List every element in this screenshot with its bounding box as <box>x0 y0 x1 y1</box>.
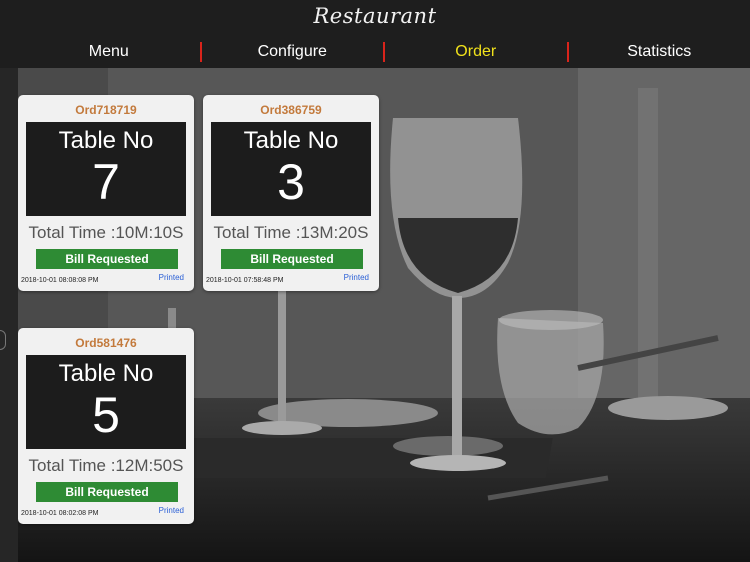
total-time: Total Time :10M:10S <box>28 223 184 242</box>
table-box: Table No 5 <box>26 355 186 449</box>
print-status: Printed <box>158 273 184 282</box>
order-card[interactable]: Ord718719 Table No 7 Total Time :10M:10S… <box>18 95 194 291</box>
tab-menu[interactable]: Menu <box>18 38 200 68</box>
table-label: Table No <box>58 360 154 387</box>
order-card[interactable]: Ord386759 Table No 3 Total Time :13M:20S… <box>203 95 379 291</box>
tab-order[interactable]: Order <box>385 38 567 71</box>
tab-statistics[interactable]: Statistics <box>569 38 750 68</box>
order-id: Ord581476 <box>75 336 137 350</box>
table-number: 3 <box>277 154 305 210</box>
background-photo: Ord718719 Table No 7 Total Time :10M:10S… <box>18 68 750 562</box>
bill-requested-button[interactable]: Bill Requested <box>36 249 178 269</box>
total-time: Total Time :13M:20S <box>213 223 369 242</box>
order-timestamp: 2018-10-01 08:02:08 PM <box>21 510 99 517</box>
tab-configure[interactable]: Configure <box>202 38 384 68</box>
app-title: Restaurant <box>313 4 437 28</box>
bill-requested-button[interactable]: Bill Requested <box>221 249 363 269</box>
order-id: Ord718719 <box>75 103 137 117</box>
bill-requested-button[interactable]: Bill Requested <box>36 482 178 502</box>
print-status: Printed <box>158 506 184 515</box>
table-box: Table No 7 <box>26 122 186 216</box>
nav-bar: Menu Configure Order Statistics <box>18 38 750 71</box>
order-card[interactable]: Ord581476 Table No 5 Total Time :12M:50S… <box>18 328 194 524</box>
app-header: Restaurant Menu Configure Order Statisti… <box>0 0 750 71</box>
edge-handle <box>0 330 6 350</box>
left-edge <box>0 68 18 562</box>
order-id: Ord386759 <box>260 103 322 117</box>
table-label: Table No <box>58 127 154 154</box>
table-number: 5 <box>92 387 120 443</box>
print-status: Printed <box>343 273 369 282</box>
table-box: Table No 3 <box>211 122 371 216</box>
total-time: Total Time :12M:50S <box>28 456 184 475</box>
order-timestamp: 2018-10-01 08:08:08 PM <box>21 277 99 284</box>
order-timestamp: 2018-10-01 07:58:48 PM <box>206 277 284 284</box>
table-number: 7 <box>92 154 120 210</box>
table-label: Table No <box>243 127 339 154</box>
